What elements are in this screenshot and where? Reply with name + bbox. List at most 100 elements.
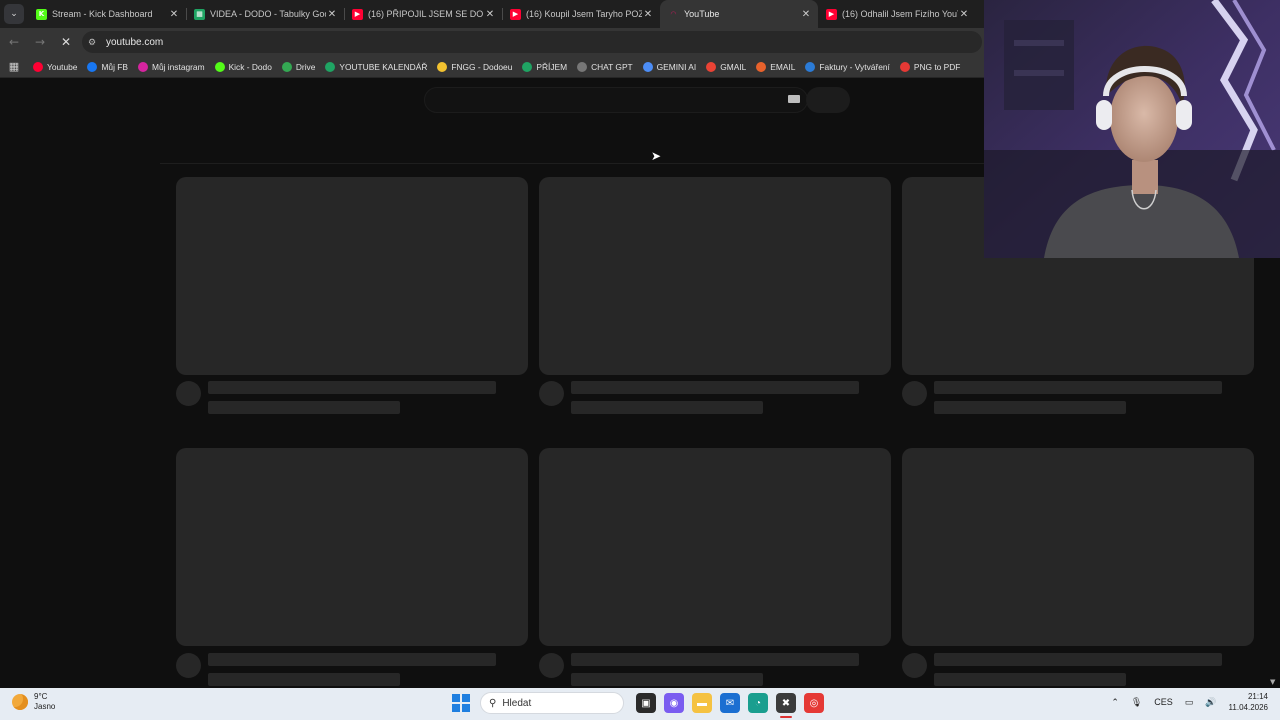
- video-thumbnail-skeleton[interactable]: [176, 448, 528, 646]
- video-thumbnail-skeleton[interactable]: [902, 448, 1254, 646]
- clock-time: 21:14: [1247, 692, 1268, 701]
- search-button-skeleton[interactable]: [806, 87, 850, 113]
- bookmark-item[interactable]: Faktury - Vytváření: [805, 61, 890, 72]
- bookmark-item[interactable]: CHAT GPT: [577, 61, 633, 72]
- bookmark-item[interactable]: PNG to PDF: [899, 61, 961, 72]
- close-icon[interactable]: ✕: [642, 9, 654, 20]
- kick-icon: [214, 61, 225, 72]
- browser-tab[interactable]: ▶ (16) Koupil Jsem Taryho POZDR✕: [502, 0, 660, 28]
- video-thumbnail-skeleton[interactable]: [176, 177, 528, 375]
- bookmark-item[interactable]: PŘÍJEM: [522, 61, 567, 72]
- youtube-icon: [33, 61, 43, 72]
- taskbar-search[interactable]: ⚲ Hledat: [480, 692, 624, 714]
- weather-widget[interactable]: 9°C Jasno: [12, 692, 55, 712]
- volume-icon[interactable]: 🔊: [1205, 697, 1216, 708]
- address-url: youtube.com: [106, 36, 164, 48]
- scroll-down-arrow-icon[interactable]: ▼: [1270, 678, 1275, 686]
- file-explorer-icon[interactable]: ▬: [692, 693, 712, 713]
- channel-avatar-skeleton: [176, 653, 201, 678]
- microphone-icon[interactable]: 🎙: [1131, 697, 1142, 708]
- sheets-icon: [325, 61, 336, 72]
- bookmark-label: GMAIL: [720, 61, 747, 72]
- youtube-page: ➤: [0, 79, 984, 688]
- browser-tab[interactable]: ◠ YouTube ✕: [660, 0, 818, 28]
- taskbar-search-placeholder: Hledat: [502, 697, 532, 709]
- webcam-overlay: [984, 0, 1280, 258]
- video-thumbnail-skeleton[interactable]: [539, 177, 891, 375]
- apps-grid-icon[interactable]: ▦: [7, 60, 21, 74]
- video-meta-skeleton: [571, 401, 763, 414]
- browser-tab[interactable]: ▦ VIDEA - DODO - Tabulky Googl ✕: [186, 0, 344, 28]
- browser-tab[interactable]: ▶ (16) Odhalil Jsem Fizího YouTub✕: [818, 0, 976, 28]
- close-icon[interactable]: ✕: [326, 9, 338, 20]
- drive-icon: [281, 61, 292, 72]
- video-title-skeleton: [934, 653, 1222, 666]
- tab-strip: ⌄ K Stream - Kick Dashboard ✕ ▦ VIDEA - DODO…: [0, 0, 984, 28]
- forward-arrow-icon[interactable]: →: [28, 30, 52, 54]
- bookmark-item[interactable]: Můj FB: [87, 61, 128, 72]
- tab-title: Stream - Kick Dashboard: [52, 9, 153, 19]
- video-title-skeleton: [208, 381, 496, 394]
- tab-title: YouTube: [684, 9, 720, 19]
- browser-tab[interactable]: ▶ (16) PŘIPOJIL JSEM SE DO FOTI✕: [344, 0, 502, 28]
- site-info-icon[interactable]: ⚙: [88, 37, 102, 48]
- video-meta-skeleton: [571, 673, 763, 686]
- bookmark-item[interactable]: FNGG - Dodoeu: [437, 61, 512, 72]
- back-arrow-icon[interactable]: ←: [2, 30, 26, 54]
- start-button[interactable]: [452, 694, 470, 712]
- outlook-icon[interactable]: ✉: [720, 693, 740, 713]
- video-meta-skeleton: [934, 401, 1126, 414]
- chevron-up-icon[interactable]: ⌃: [1111, 697, 1119, 708]
- facebook-icon: [87, 61, 98, 72]
- kick-icon: K: [36, 8, 47, 20]
- bookmark-item[interactable]: YOUTUBE KALENDÁŘ: [325, 61, 427, 72]
- weather-condition: Jasno: [34, 702, 56, 711]
- bookmark-label: Můj FB: [101, 61, 128, 72]
- bookmark-item[interactable]: Youtube: [33, 61, 78, 72]
- instagram-icon: [137, 61, 148, 72]
- windows-taskbar: 9°C Jasno ⚲ Hledat ▣ ◉ ▬ ✉ ◔ ✖ ◎ ⌃ 🎙 CES ▭ 🔊 2…: [0, 688, 1280, 720]
- address-bar[interactable]: ⚙ youtube.com: [82, 31, 982, 53]
- tab-title: (16) PŘIPOJIL JSEM SE DO FOTI: [368, 9, 484, 19]
- tab-search-icon[interactable]: ⌄: [4, 4, 24, 24]
- search-input-skeleton[interactable]: [424, 87, 808, 113]
- task-view-icon[interactable]: ▣: [636, 693, 656, 713]
- language-indicator[interactable]: CES: [1154, 697, 1173, 707]
- close-icon[interactable]: ✕: [800, 9, 812, 20]
- copilot-icon[interactable]: ◉: [664, 693, 684, 713]
- tab-title: (16) Koupil Jsem Taryho POZDR: [526, 9, 642, 19]
- bookmark-label: Můj instagram: [151, 61, 205, 72]
- bookmark-label: Youtube: [47, 61, 78, 72]
- close-icon[interactable]: ✕: [484, 9, 496, 20]
- close-icon[interactable]: ✕: [958, 9, 970, 20]
- browser-tab[interactable]: K Stream - Kick Dashboard ✕: [28, 0, 186, 28]
- search-icon: ⚲: [489, 697, 497, 709]
- pdf-icon: [899, 61, 910, 72]
- bookmark-item[interactable]: EMAIL: [756, 61, 795, 72]
- clock[interactable]: 21:14 11.04.2026: [1229, 691, 1268, 713]
- bookmark-label: PNG to PDF: [913, 61, 961, 72]
- network-icon[interactable]: ▭: [1185, 697, 1194, 708]
- bookmark-item[interactable]: Drive: [281, 61, 315, 72]
- close-icon[interactable]: ✕: [168, 9, 180, 20]
- keyboard-icon[interactable]: [788, 95, 800, 103]
- youtube-icon: ▶: [352, 8, 363, 20]
- video-meta-skeleton: [934, 673, 1126, 686]
- email-icon: [756, 61, 767, 72]
- channel-avatar-skeleton: [539, 653, 564, 678]
- chrome-icon[interactable]: ◎: [804, 693, 824, 713]
- stop-loading-icon[interactable]: ✕: [54, 30, 78, 54]
- tab-title: (16) Odhalil Jsem Fizího YouTub: [842, 9, 958, 19]
- bookmark-item[interactable]: GMAIL: [706, 61, 747, 72]
- edge-icon[interactable]: ◔: [748, 693, 768, 713]
- channel-avatar-skeleton: [902, 381, 927, 406]
- bookmark-item[interactable]: GEMINI AI: [642, 61, 696, 72]
- bookmark-item[interactable]: Kick - Dodo: [214, 61, 272, 72]
- chips-divider: [160, 163, 984, 164]
- bookmark-item[interactable]: Můj instagram: [137, 61, 205, 72]
- bookmark-label: Kick - Dodo: [228, 61, 272, 72]
- video-title-skeleton: [208, 653, 496, 666]
- video-thumbnail-skeleton[interactable]: [539, 448, 891, 646]
- browser-toolbar: ← → ✕ ⚙ youtube.com: [0, 28, 984, 56]
- terminal-icon[interactable]: ✖: [776, 693, 796, 718]
